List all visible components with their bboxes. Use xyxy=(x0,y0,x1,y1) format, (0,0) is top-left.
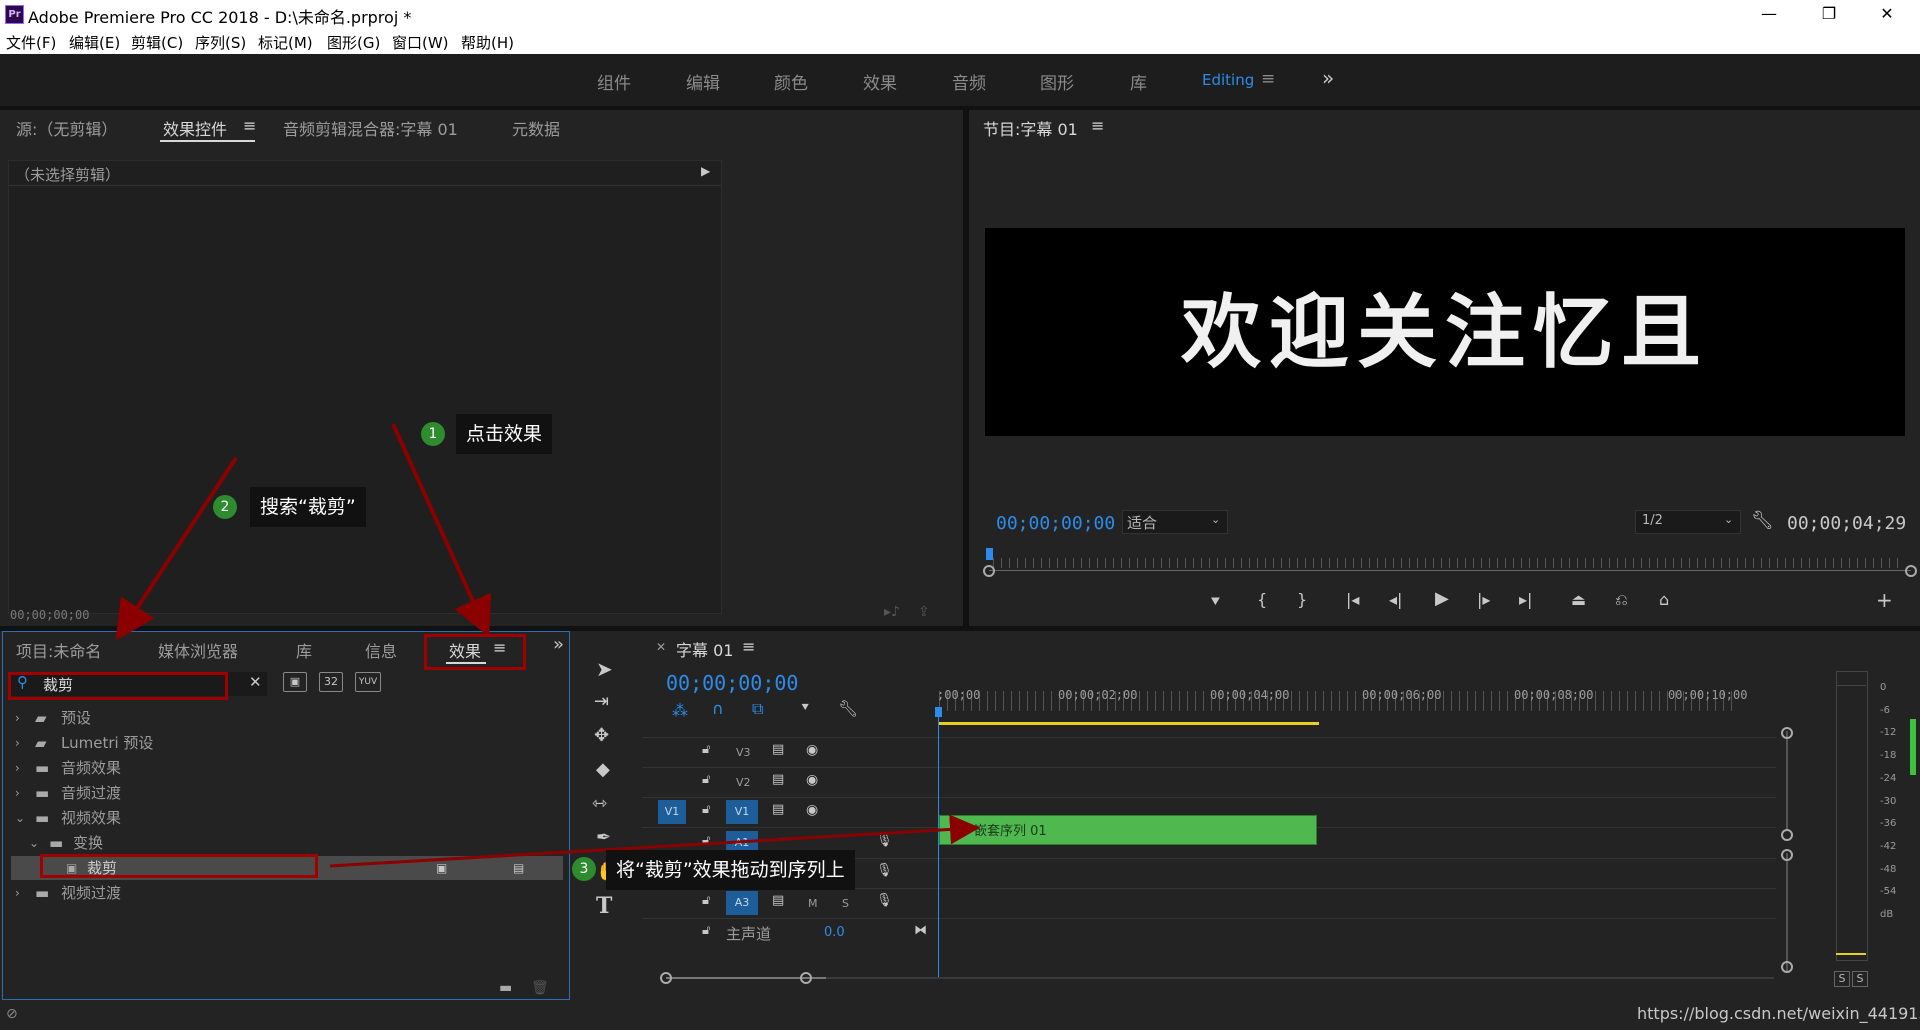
callout-text-2: 搜索“裁剪” xyxy=(250,487,366,527)
highlight-effects-tab xyxy=(424,634,526,670)
highlight-search-box xyxy=(8,672,228,700)
callout-number-1: 1 xyxy=(421,422,445,446)
callout-text-1: 点击效果 xyxy=(456,414,553,454)
callout-number-3: 3 xyxy=(572,857,596,881)
highlight-crop-effect xyxy=(40,854,318,878)
callout-number-2: 2 xyxy=(213,495,237,519)
annotation-arrow-search xyxy=(115,456,238,641)
callout-text-3: 将“裁剪”效果拖动到序列上 xyxy=(606,850,855,890)
annotation-arrow-effects xyxy=(391,423,492,638)
